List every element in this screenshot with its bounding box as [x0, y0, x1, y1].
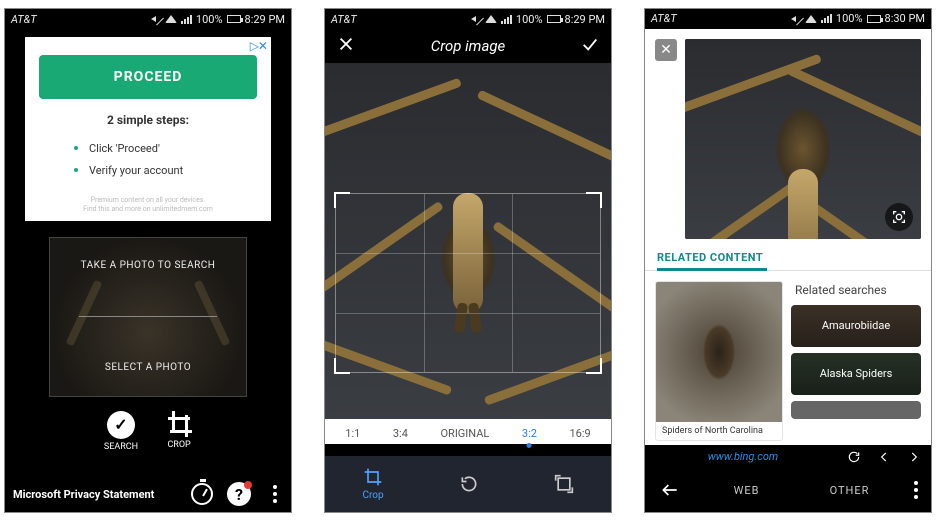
wifi-icon — [485, 15, 497, 23]
tab-label: RELATED CONTENT — [657, 251, 763, 264]
crop-label: CROP — [167, 440, 190, 450]
edit-toolbar: Crop — [325, 456, 611, 512]
clock: 8:29 PM — [565, 13, 605, 26]
result-caption: Spiders of North Carolina — [656, 422, 782, 440]
expand-tab[interactable] — [554, 474, 574, 494]
tool-row: ✓ SEARCH CROP — [5, 411, 291, 452]
nav-back-icon[interactable] — [877, 450, 891, 464]
status-bar: AT&T 100% 8:29 PM — [5, 9, 291, 29]
battery-icon — [227, 15, 241, 23]
clock: 8:30 PM — [885, 12, 925, 25]
signal-icon — [821, 14, 832, 23]
more-icon[interactable] — [265, 485, 285, 503]
screen-1: AT&T 100% 8:29 PM ▷✕ PROCEED 2 simple st… — [4, 8, 292, 513]
visual-search-icon[interactable] — [885, 203, 913, 231]
battery-pct: 100% — [196, 13, 223, 26]
crop-tab-label: Crop — [362, 490, 383, 501]
crop-header: Crop image — [325, 29, 611, 63]
screen-2: AT&T 100% 8:29 PM Crop image — [324, 8, 612, 513]
crop-tab[interactable]: Crop — [362, 467, 383, 501]
related-title: Related searches — [791, 281, 921, 299]
crop-handle-tl[interactable] — [334, 192, 350, 208]
wifi-icon — [805, 15, 817, 23]
crop-handle-bl[interactable] — [334, 358, 350, 374]
reload-icon[interactable] — [847, 450, 861, 464]
tab-other[interactable]: OTHER — [798, 484, 901, 497]
take-photo-button[interactable]: TAKE A PHOTO TO SEARCH — [81, 260, 216, 271]
bottom-bar: Microsoft Privacy Statement ? — [5, 478, 291, 512]
spider-image — [685, 39, 921, 239]
result-thumbnail — [656, 282, 782, 422]
results-row: Spiders of North Carolina Related search… — [645, 271, 931, 445]
screen-3: AT&T 100% 8:30 PM ✕ — [644, 8, 932, 513]
crop-title: Crop image — [431, 37, 506, 55]
ratio-original[interactable]: ORIGINAL — [438, 427, 491, 440]
more-icon[interactable] — [901, 481, 931, 499]
back-button[interactable] — [645, 480, 695, 500]
mute-icon — [791, 14, 801, 24]
ad-fineprint: Premium content on all your devices. Fin… — [25, 196, 271, 214]
carrier-label: AT&T — [651, 12, 677, 25]
ratio-1-1[interactable]: 1:1 — [343, 427, 362, 440]
photo-panel: TAKE A PHOTO TO SEARCH SELECT A PHOTO — [49, 237, 247, 397]
browser-url-bar: www.bing.com — [645, 445, 931, 469]
search-tool[interactable]: ✓ SEARCH — [104, 411, 138, 452]
crop-icon — [166, 411, 192, 437]
clock: 8:29 PM — [245, 13, 285, 26]
status-bar: AT&T 100% 8:29 PM — [325, 9, 611, 29]
crop-canvas[interactable] — [325, 63, 611, 419]
battery-icon — [867, 15, 881, 23]
ad-card: ▷✕ PROCEED 2 simple steps: Click 'Procee… — [25, 37, 271, 221]
ad-step-1: Click 'Proceed' — [89, 137, 271, 159]
bottom-nav: WEB OTHER — [645, 469, 931, 513]
url-text[interactable]: www.bing.com — [708, 450, 779, 463]
related-chip-2[interactable]: Alaska Spiders — [791, 353, 921, 395]
mute-icon — [471, 14, 481, 24]
status-bar: AT&T 100% 8:30 PM — [645, 9, 931, 29]
ratio-3-2[interactable]: 3:2 — [520, 427, 539, 440]
privacy-link[interactable]: Microsoft Privacy Statement — [13, 488, 154, 501]
ratio-3-4[interactable]: 3:4 — [391, 427, 410, 440]
ad-steps-list: Click 'Proceed' Verify your account — [25, 137, 271, 180]
mute-icon — [151, 14, 161, 24]
nav-forward-icon[interactable] — [907, 450, 921, 464]
proceed-button[interactable]: PROCEED — [39, 55, 257, 99]
crop-tool[interactable]: CROP — [166, 411, 192, 452]
related-chip-3[interactable] — [791, 401, 921, 419]
help-icon[interactable]: ? — [227, 482, 251, 506]
ad-close-button[interactable]: ▷✕ — [250, 39, 267, 53]
battery-pct: 100% — [836, 12, 863, 25]
carrier-label: AT&T — [331, 13, 357, 26]
ad-steps-title: 2 simple steps: — [25, 113, 271, 127]
tab-related-content[interactable]: RELATED CONTENT — [645, 243, 931, 271]
aspect-ratio-row: 1:1 3:4 ORIGINAL 3:2 16:9 — [325, 419, 611, 444]
result-card[interactable]: Spiders of North Carolina — [655, 281, 783, 441]
carrier-label: AT&T — [11, 13, 37, 26]
close-button[interactable]: ✕ — [655, 39, 677, 61]
signal-icon — [181, 15, 192, 24]
divider — [79, 316, 216, 317]
battery-icon — [547, 15, 561, 23]
ad-step-2: Verify your account — [89, 159, 271, 181]
tab-web[interactable]: WEB — [695, 484, 798, 497]
search-label: SEARCH — [104, 442, 138, 452]
confirm-button[interactable] — [581, 35, 599, 57]
wifi-icon — [165, 15, 177, 23]
check-icon: ✓ — [107, 411, 135, 439]
crop-frame[interactable] — [335, 193, 601, 373]
ratio-16-9[interactable]: 16:9 — [568, 427, 593, 440]
timer-icon[interactable] — [191, 483, 213, 505]
crop-handle-tr[interactable] — [586, 192, 602, 208]
rotate-tab[interactable] — [459, 474, 479, 494]
related-searches: Related searches Amaurobiidae Alaska Spi… — [791, 281, 921, 441]
close-button[interactable] — [337, 35, 355, 57]
signal-icon — [501, 15, 512, 24]
related-chip-1[interactable]: Amaurobiidae — [791, 305, 921, 347]
crop-handle-br[interactable] — [586, 358, 602, 374]
battery-pct: 100% — [516, 13, 543, 26]
search-image-preview — [685, 39, 921, 239]
select-photo-button[interactable]: SELECT A PHOTO — [105, 362, 191, 373]
